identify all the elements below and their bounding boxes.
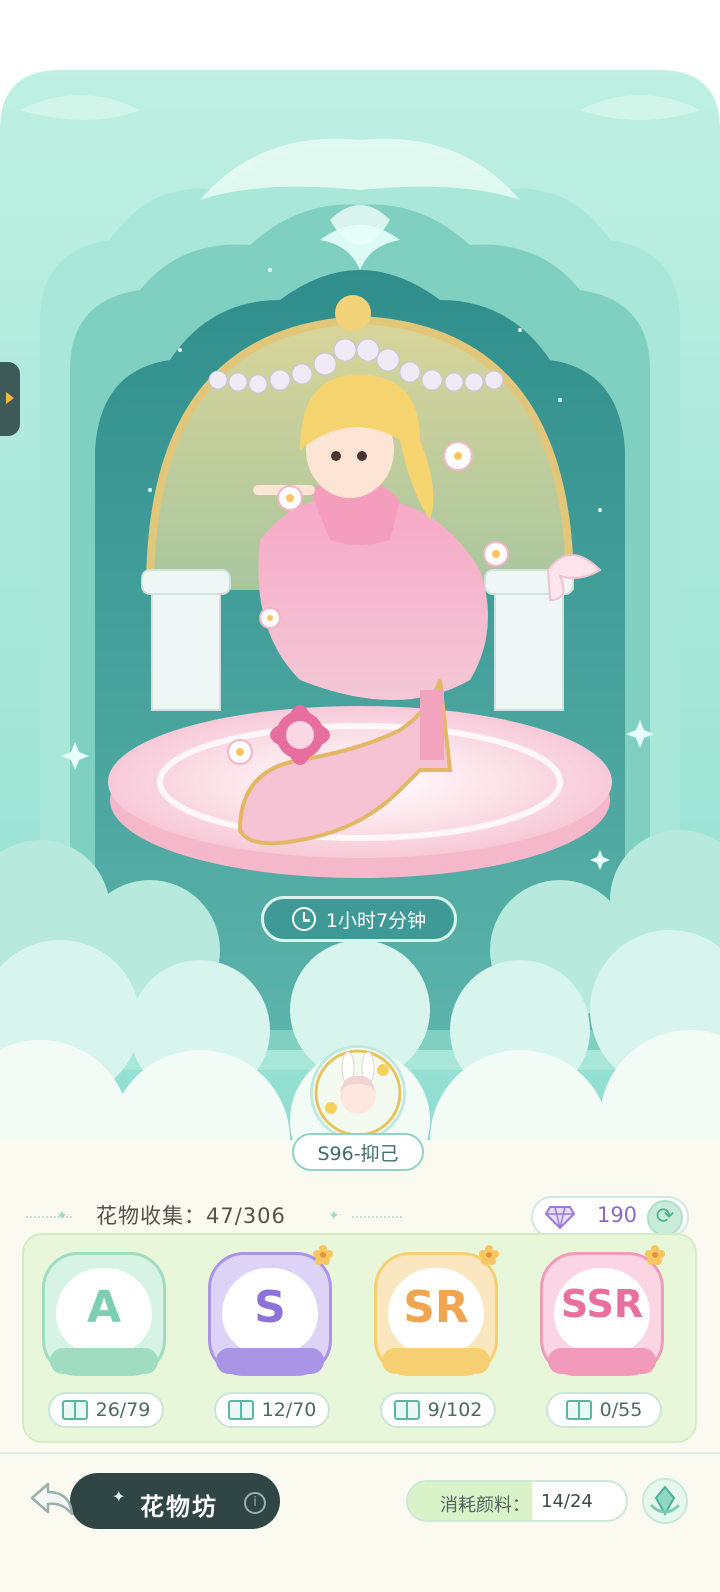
pigment-icon[interactable] bbox=[642, 1478, 688, 1524]
book-icon bbox=[61, 1400, 88, 1420]
rarity-count[interactable]: 0/55 bbox=[546, 1392, 662, 1428]
rarity-card-s[interactable]: S bbox=[202, 1244, 338, 1390]
rarity-ribbon bbox=[382, 1348, 490, 1374]
rarity-letter: SSR bbox=[560, 1282, 644, 1326]
display-stage bbox=[0, 70, 720, 1180]
gem-count: 190 bbox=[596, 1203, 638, 1227]
flower-icon bbox=[312, 1244, 334, 1266]
sparkle-icon: ✦ bbox=[112, 1487, 126, 1506]
season-avatar[interactable] bbox=[310, 1045, 406, 1141]
rarity-count-text: 9/102 bbox=[427, 1399, 483, 1421]
book-icon bbox=[227, 1400, 254, 1420]
rarity-count[interactable]: 9/102 bbox=[380, 1392, 496, 1428]
side-expand-arrow[interactable] bbox=[0, 362, 20, 436]
sparkle-icon: ✦ bbox=[56, 1208, 68, 1224]
book-icon bbox=[393, 1400, 420, 1420]
rarity-count[interactable]: 12/70 bbox=[214, 1392, 330, 1428]
pigment-crystal-glyph bbox=[650, 1485, 680, 1517]
divider-right bbox=[352, 1216, 402, 1218]
flower-collection-screen: 1小时7分钟 S96-抑己 ✦ 花物收集：47/306 ✦ 190 A 26/79… bbox=[0, 0, 720, 1592]
consume-value: 14/24 bbox=[541, 1491, 593, 1512]
rarity-count-text: 12/70 bbox=[261, 1399, 317, 1421]
back-arrow-icon[interactable] bbox=[28, 1478, 76, 1522]
rarity-ribbon bbox=[216, 1348, 324, 1374]
flower-icon bbox=[478, 1244, 500, 1266]
refresh-icon[interactable] bbox=[647, 1200, 683, 1236]
rarity-card-a[interactable]: A bbox=[36, 1244, 172, 1390]
rarity-letter: S bbox=[254, 1282, 286, 1333]
rarity-card-sr[interactable]: SR bbox=[368, 1244, 504, 1390]
timer-text: 1小时7分钟 bbox=[325, 909, 427, 932]
rarity-card-ssr[interactable]: SSR bbox=[534, 1244, 670, 1390]
rarity-letter: A bbox=[86, 1282, 122, 1333]
clock-icon bbox=[291, 907, 316, 931]
rarity-count-text: 26/79 bbox=[95, 1399, 151, 1421]
rarity-ribbon bbox=[50, 1348, 158, 1374]
rarity-count-text: 0/55 bbox=[599, 1399, 643, 1421]
diamond-icon bbox=[545, 1206, 575, 1229]
book-icon bbox=[565, 1400, 592, 1420]
sparkle-icon: ✦ bbox=[328, 1208, 340, 1224]
consume-label: 消耗颜料： bbox=[440, 1495, 530, 1516]
rarity-ribbon bbox=[548, 1348, 656, 1374]
stage-illustration bbox=[0, 70, 720, 1180]
info-icon[interactable]: i bbox=[244, 1492, 266, 1514]
workshop-label: 花物坊 bbox=[140, 1493, 218, 1521]
season-label[interactable]: S96-抑己 bbox=[292, 1133, 424, 1171]
collection-title: 花物收集：47/306 bbox=[96, 1204, 286, 1228]
rarity-letter: SR bbox=[403, 1282, 469, 1333]
flower-icon bbox=[644, 1244, 666, 1266]
rarity-count[interactable]: 26/79 bbox=[48, 1392, 164, 1428]
timer-badge: 1小时7分钟 bbox=[261, 896, 457, 942]
avatar-portrait bbox=[314, 1049, 402, 1137]
